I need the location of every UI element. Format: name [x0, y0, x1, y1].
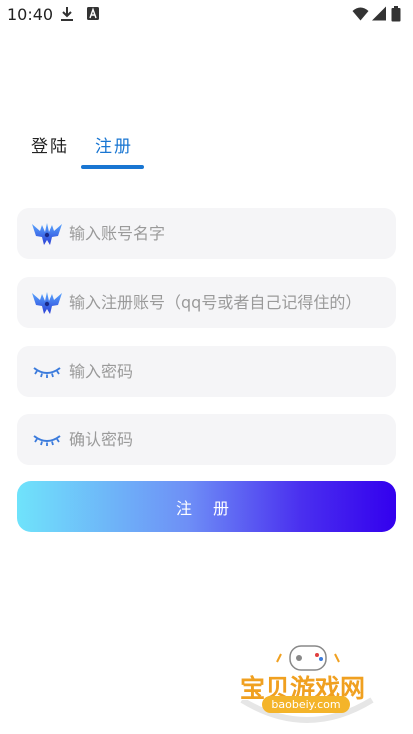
- password-field[interactable]: [17, 346, 396, 397]
- wings-logo-icon: [31, 208, 63, 259]
- status-time: 10:40: [7, 5, 54, 24]
- download-icon: [61, 7, 73, 21]
- register-account-input[interactable]: [69, 277, 389, 328]
- battery-icon: [391, 6, 401, 22]
- tab-login[interactable]: 登陆: [31, 132, 69, 157]
- wifi-icon: [352, 7, 369, 21]
- register-submit-button[interactable]: 注 册: [17, 481, 396, 532]
- confirm-password-input[interactable]: [69, 414, 389, 465]
- password-input[interactable]: [69, 346, 389, 397]
- account-name-input[interactable]: [69, 208, 389, 259]
- watermark-logo: 宝贝游戏网 baobeiy.com: [232, 640, 382, 734]
- wings-logo-icon: [31, 277, 63, 328]
- status-bar: 10:40: [0, 0, 413, 30]
- register-account-field[interactable]: [17, 277, 396, 328]
- app-a-icon: [87, 7, 99, 20]
- tab-register[interactable]: 注册: [95, 132, 133, 157]
- signal-icon: [372, 6, 386, 21]
- auth-tabs: 登陆 注册: [0, 128, 413, 173]
- account-name-field[interactable]: [17, 208, 396, 259]
- watermark-url: baobeiy.com: [262, 696, 350, 713]
- closed-eye-icon[interactable]: [31, 346, 63, 397]
- confirm-password-field[interactable]: [17, 414, 396, 465]
- closed-eye-icon[interactable]: [31, 414, 63, 465]
- active-tab-indicator: [81, 165, 144, 169]
